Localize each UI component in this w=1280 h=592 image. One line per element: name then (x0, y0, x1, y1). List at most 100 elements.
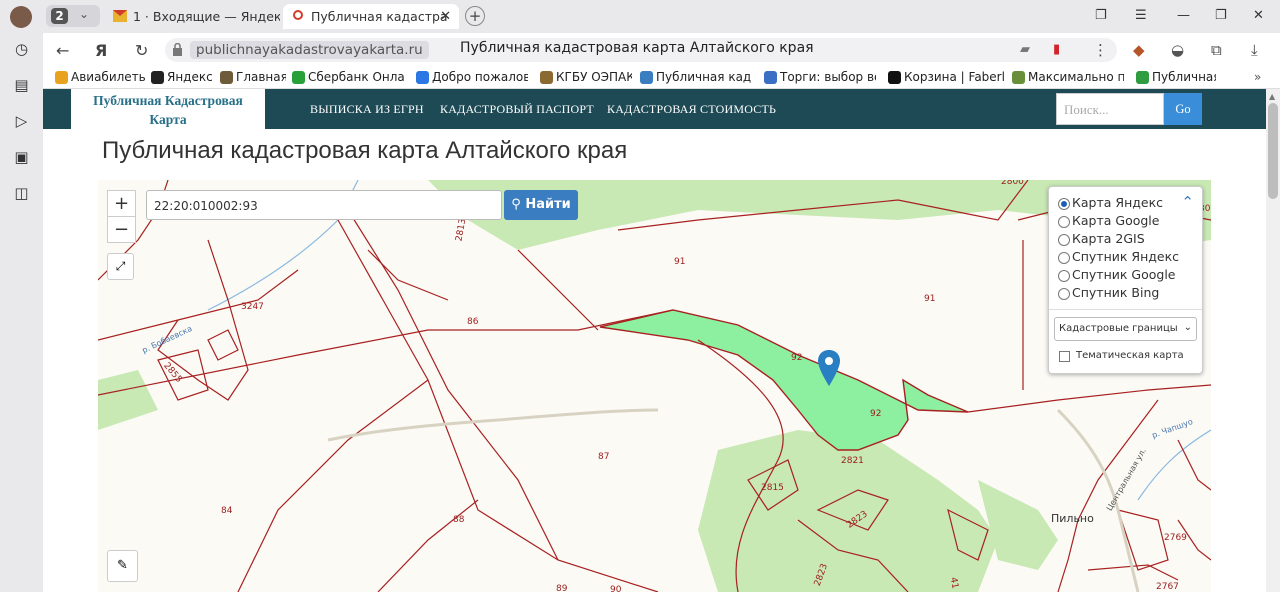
layer-option[interactable]: Карта Google (1058, 213, 1159, 228)
tab-count: 2 (51, 8, 68, 24)
thematic-label: Тематическая карта (1076, 350, 1184, 361)
bookmark-item[interactable]: Главная (220, 70, 286, 84)
minimize-icon[interactable]: — (1177, 8, 1190, 23)
collections-icon[interactable]: ▤ (12, 76, 31, 95)
downloads-icon[interactable]: ⤓ (1251, 41, 1258, 59)
cadastral-map[interactable]: 91 91 86 3247 2855 92 92 87 84 88 89 90 … (98, 180, 1211, 592)
bookmark-item[interactable]: Сбербанк Онлайн (292, 70, 404, 84)
bookmark-item[interactable]: Публичная (1136, 70, 1216, 84)
layer-option[interactable]: Спутник Яндекс (1058, 249, 1179, 264)
map-pin-icon[interactable] (818, 350, 840, 386)
overlay-select[interactable]: Кадастровые границы ⌄ (1054, 317, 1197, 341)
layer-option[interactable]: Спутник Google (1058, 267, 1175, 282)
ruler-icon[interactable]: ✎ (107, 550, 138, 582)
bookmark-item[interactable]: Авиабилеты (55, 70, 145, 84)
scroll-up-icon[interactable]: ▲ (1269, 92, 1275, 101)
close-tab-icon[interactable]: ✕ (440, 4, 451, 29)
forest-area (698, 430, 998, 592)
layer-option[interactable]: Карта 2GIS (1058, 231, 1145, 246)
bookmark-item[interactable]: Максимально пра (1012, 70, 1124, 84)
mail-icon (113, 10, 127, 22)
url-domain: publichnayakadastrovayakarta.ru (190, 41, 429, 59)
site-nav: Публичная Кадастровая Карта ВЫПИСКА ИЗ Е… (43, 89, 1266, 129)
menu-egrn[interactable]: ВЫПИСКА ИЗ ЕГРН (310, 102, 424, 117)
parcel-label: 91 (674, 257, 686, 267)
bookmarks-bar: Авиабилеты Яндекс Главная Сбербанк Онлай… (43, 67, 1280, 89)
parcel-label: 2821 (841, 456, 864, 466)
close-window-icon[interactable]: ✕ (1253, 8, 1264, 23)
cadastral-number-input[interactable]: 22:20:010002:93 (146, 190, 502, 220)
leaf-icon (1012, 71, 1025, 84)
screenshot-icon[interactable]: ◫ (12, 184, 31, 203)
new-tab-button[interactable]: + (465, 6, 485, 26)
bookmarks-icon[interactable]: ❐ (1095, 8, 1107, 23)
yandex-icon[interactable]: Я (95, 41, 107, 60)
chat-icon[interactable]: ▰ (1020, 42, 1030, 57)
bookmark-item[interactable]: Добро пожаловат (416, 70, 528, 84)
forest-area (98, 370, 158, 430)
parcel-label: 2815 (761, 483, 784, 493)
extension-icon-2[interactable]: ◒ (1171, 41, 1184, 59)
map-pin-icon (293, 10, 303, 20)
more-icon[interactable]: ⋮ (1093, 41, 1108, 59)
parcel-label: 87 (598, 452, 610, 462)
road (1056, 408, 1140, 592)
layer-panel: ⌃ Карта Яндекс Карта Google Карта 2GIS С… (1048, 186, 1203, 374)
collections-icon[interactable]: ⧉ (1211, 41, 1222, 59)
tab-cadastral-map[interactable]: Публичная кадастра ✕ (283, 4, 459, 29)
bookmark-item[interactable]: Публичная кадас (640, 70, 752, 84)
menu-passport[interactable]: КАДАСТРОВЫЙ ПАСПОРТ (440, 102, 594, 117)
bookmark-icon[interactable]: ▮ (1053, 42, 1060, 57)
restore-icon[interactable]: ❐ (1215, 8, 1227, 23)
more-bookmarks-icon[interactable]: » (1254, 70, 1261, 84)
chevron-down-icon: ⌄ (1183, 322, 1192, 333)
address-bar-row: ← Я ↻ publichnayakadastrovayakarta.ru Пу… (43, 33, 1280, 67)
place-label: Пильно (1051, 512, 1094, 525)
find-button[interactable]: ⚲ Найти (504, 190, 578, 220)
player-icon[interactable]: ▷ (12, 112, 31, 131)
bookmark-item[interactable]: Торги: выбор вер (764, 70, 876, 84)
menu-icon[interactable]: ☰ (1135, 8, 1147, 23)
parcel-label: 91 (924, 294, 936, 304)
browser-sidebar: ◷ ▤ ▷ ▣ ◫ (0, 0, 43, 592)
address-bar[interactable]: publichnayakadastrovayakarta.ru Публична… (165, 38, 1117, 62)
site-search-input[interactable]: Поиск... (1056, 93, 1164, 125)
search-icon: ⚲ (511, 197, 526, 212)
parcel-label: 3247 (241, 302, 264, 312)
profile-avatar[interactable] (10, 6, 32, 28)
road (327, 408, 659, 442)
selected-parcel (599, 309, 969, 451)
parcel-label: 2767 (1156, 582, 1179, 592)
page-scrollbar[interactable]: ▲ (1266, 89, 1280, 592)
menu-value[interactable]: КАДАСТРОВАЯ СТОИМОСТЬ (607, 102, 776, 117)
zoom-out-button[interactable]: − (107, 216, 136, 243)
parcel-label: 41 (947, 576, 960, 590)
fullscreen-icon[interactable]: ⤢ (107, 253, 134, 280)
page-title: Публичная кадастровая карта Алтайского к… (460, 40, 814, 56)
site-logo[interactable]: Публичная Кадастровая Карта (71, 89, 265, 129)
tabs-count-icon[interactable]: ▣ (12, 148, 31, 167)
parcel-label: 90 (610, 585, 622, 592)
bookmark-item[interactable]: Корзина | Faberlic (888, 70, 1006, 84)
tab-yandex-mail[interactable]: 1 · Входящие — Яндекс П (105, 4, 280, 29)
reload-icon[interactable]: ↻ (135, 41, 148, 60)
home-icon (220, 71, 233, 84)
layer-option[interactable]: Карта Яндекс (1058, 195, 1163, 210)
tab-group-button[interactable]: 2 ⌄ (46, 5, 100, 27)
extension-icon[interactable]: ◆ (1133, 41, 1145, 59)
zoom-in-button[interactable]: + (107, 190, 136, 217)
layer-option[interactable]: Спутник Bing (1058, 285, 1159, 300)
bookmark-item[interactable]: КГБУ ОЭПАК (540, 70, 632, 84)
tab-strip: 2 ⌄ 1 · Входящие — Яндекс П Публичная ка… (43, 0, 1280, 33)
bookmark-item[interactable]: Яндекс (151, 70, 213, 84)
page-heading: Публичная кадастровая карта Алтайского к… (102, 137, 628, 164)
scrollbar-thumb[interactable] (1268, 103, 1278, 199)
tab-title: 1 · Входящие — Яндекс П (133, 9, 280, 24)
emblem-icon (540, 71, 553, 84)
history-icon[interactable]: ◷ (12, 40, 31, 59)
chevron-up-icon[interactable]: ⌃ (1181, 193, 1194, 211)
web-page: Публичная Кадастровая Карта ВЫПИСКА ИЗ Е… (43, 89, 1266, 592)
thematic-checkbox[interactable] (1059, 351, 1070, 362)
back-icon[interactable]: ← (56, 41, 69, 60)
go-button[interactable]: Go (1164, 93, 1202, 125)
